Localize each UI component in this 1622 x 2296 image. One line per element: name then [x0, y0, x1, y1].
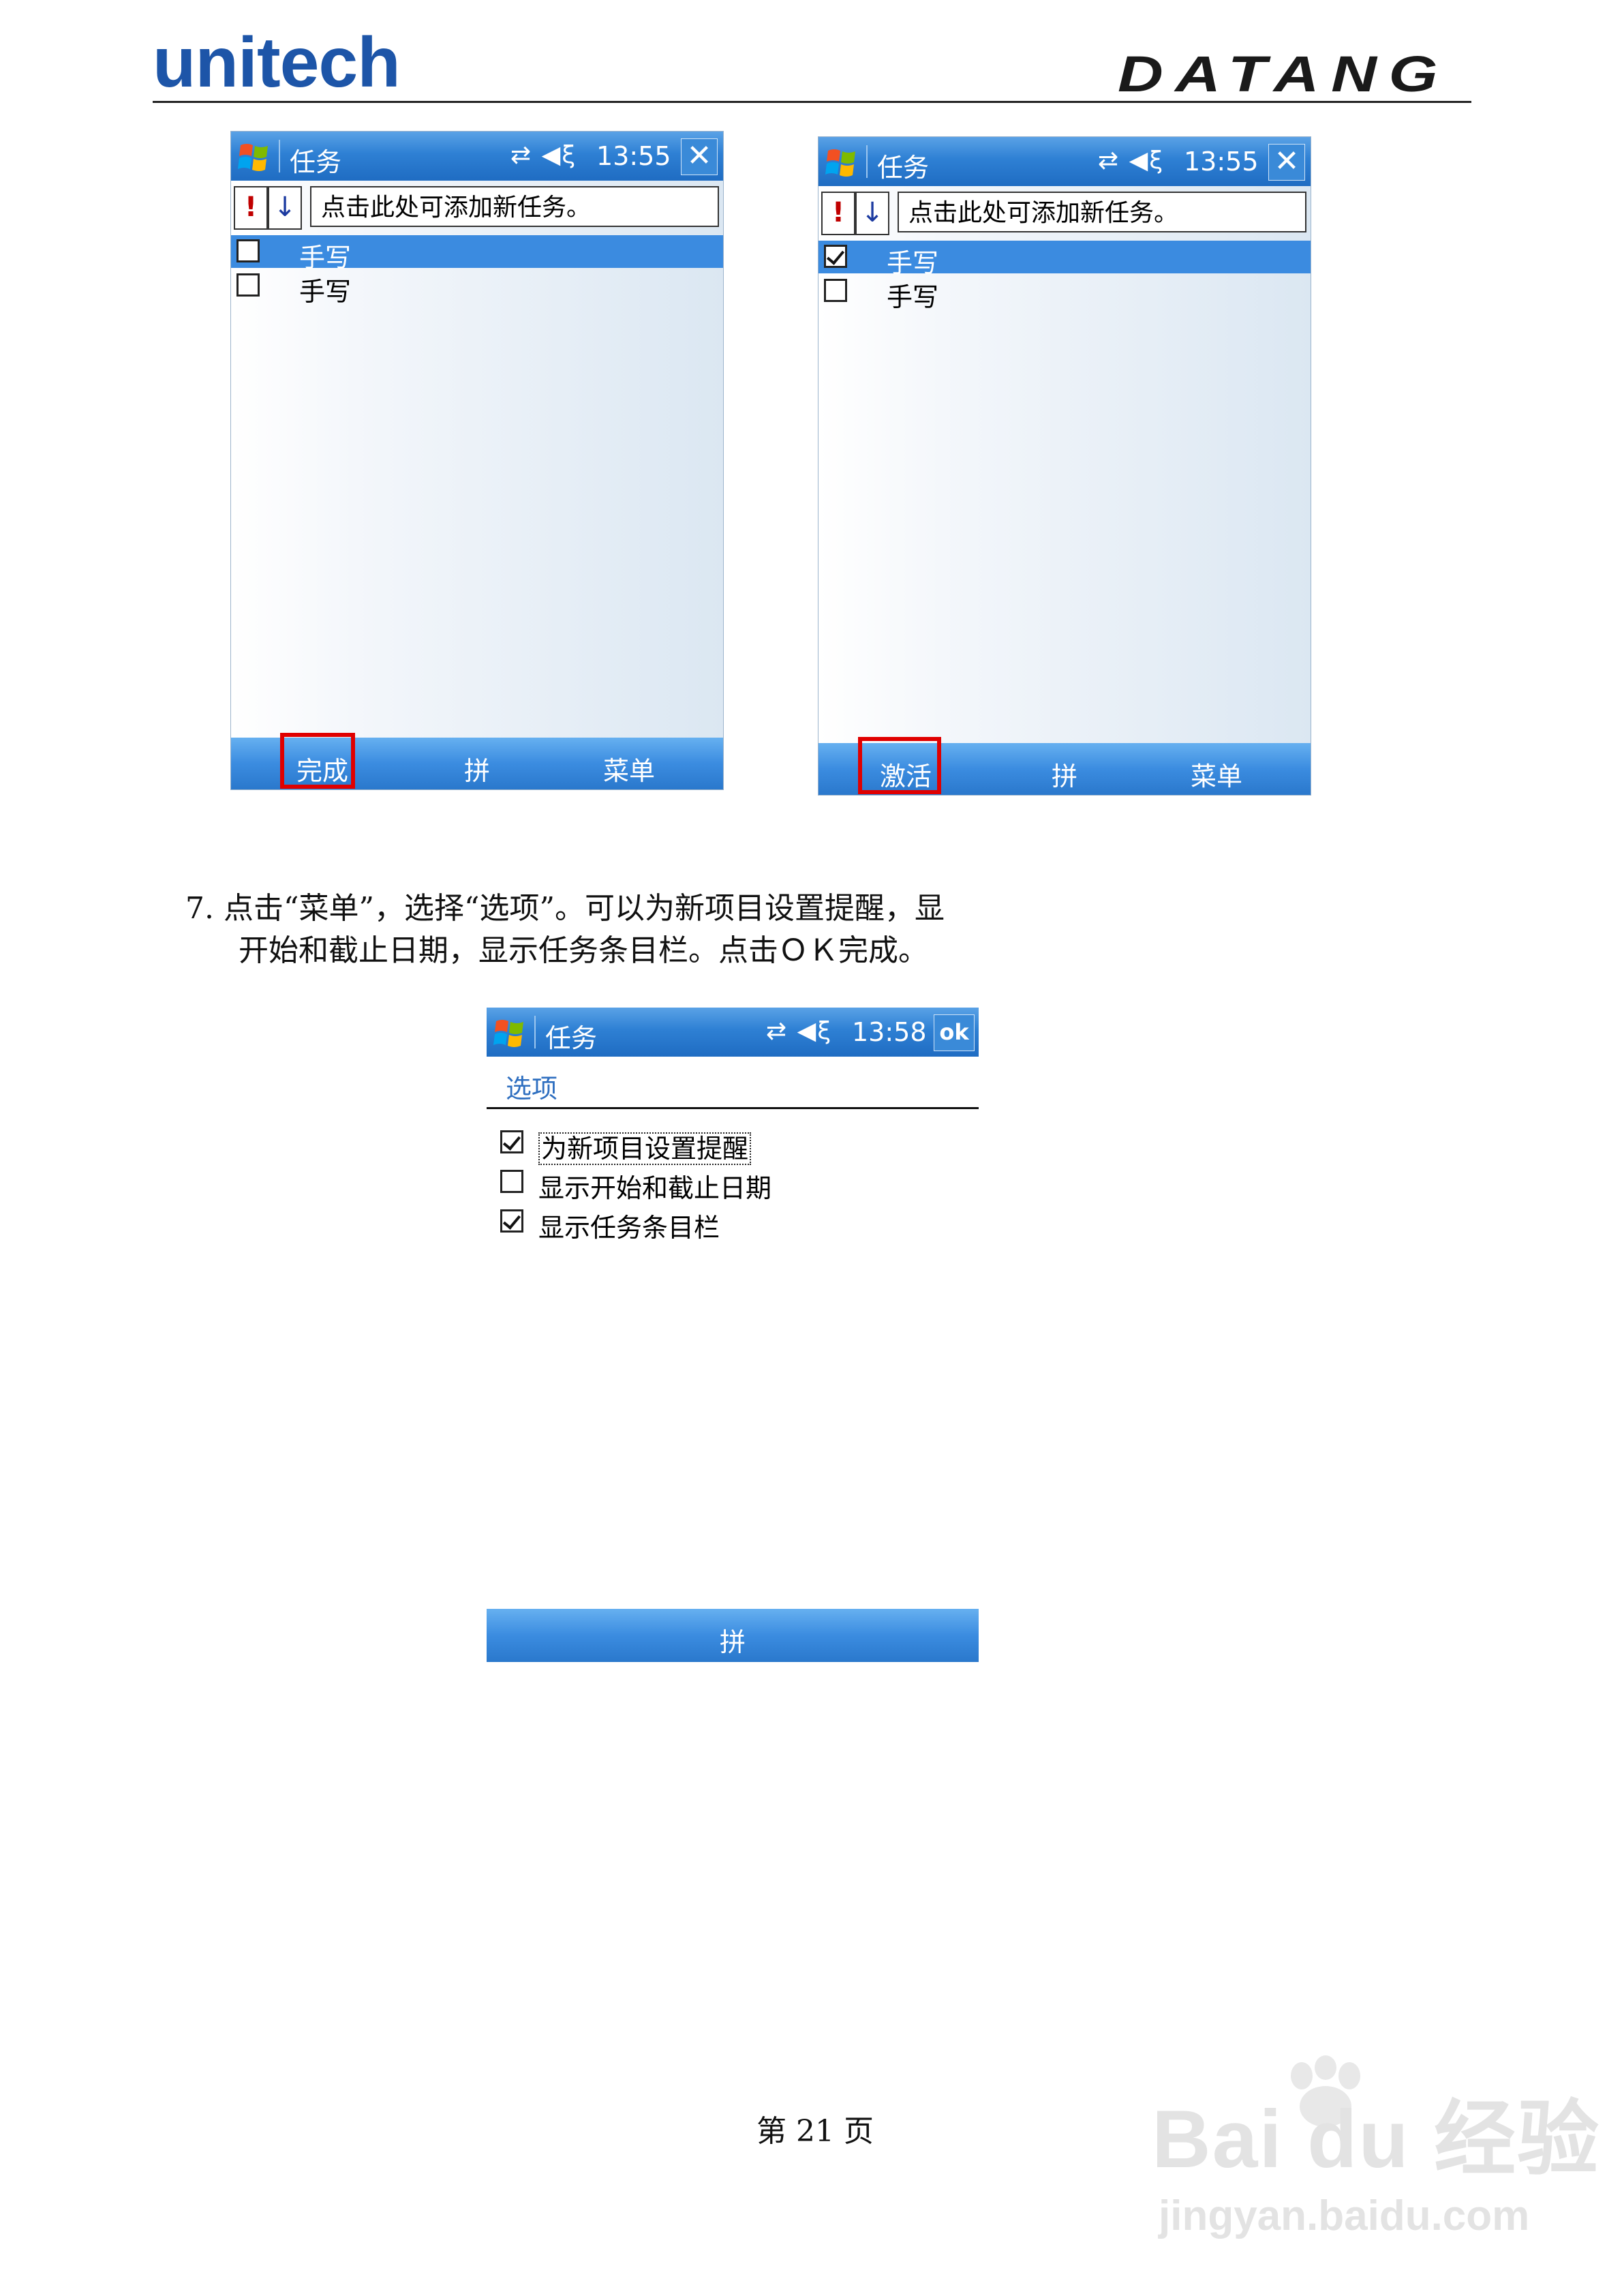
clock[interactable]: 13:58: [852, 1017, 927, 1047]
task-row[interactable]: 手写: [818, 241, 1311, 278]
close-button[interactable]: ✕: [681, 138, 718, 175]
task-toolbar: ! ↓ 点击此处可添加新任务。: [234, 186, 720, 230]
priority-sort-button[interactable]: !: [821, 192, 855, 235]
input-panel-button[interactable]: 拼: [720, 1621, 746, 1659]
windows-start-icon[interactable]: [824, 144, 861, 181]
option-label-focused: 为新项目设置提醒: [538, 1132, 752, 1165]
option-label: 为新项目设置提醒: [538, 1128, 752, 1165]
connectivity-volume-icons[interactable]: ⇄ ◀ξ: [510, 141, 577, 169]
screenshot-options: 任务 ⇄ ◀ξ 13:58 ok 选项 为新项目设置提醒 显示开始和截止日期 显…: [487, 1008, 979, 1662]
task-label: 手写: [299, 277, 352, 307]
sort-arrow-icon[interactable]: ↓: [268, 186, 302, 230]
app-title: 任务: [877, 153, 930, 183]
unitech-logo: unitech: [153, 23, 401, 102]
highlight-box: [280, 733, 355, 789]
datang-logo: DATANG: [1118, 46, 1450, 102]
connectivity-volume-icons[interactable]: ⇄ ◀ξ: [1098, 147, 1164, 175]
ok-button[interactable]: ok: [934, 1014, 975, 1051]
title-separator: [279, 140, 280, 172]
option-label: 显示任务条目栏: [538, 1213, 720, 1243]
baidu-watermark: Bai du 经验: [1152, 2094, 1601, 2185]
title-bar: 任务 ⇄ ◀ξ 13:55 ✕: [818, 137, 1311, 186]
task-checkbox-checked[interactable]: [824, 245, 847, 268]
task-row[interactable]: 手写: [231, 269, 723, 307]
option-label: 显示开始和截止日期: [538, 1173, 772, 1203]
screenshot-tasks-2: 任务 ⇄ ◀ξ 13:55 ✕ ! ↓ 点击此处可添加新任务。 手写 手写 激活…: [818, 136, 1311, 796]
input-panel-button[interactable]: 拼: [1052, 755, 1077, 793]
option-checkbox-checked[interactable]: [500, 1209, 523, 1233]
task-row[interactable]: 手写: [231, 235, 723, 273]
title-separator: [534, 1016, 536, 1048]
soft-key-bar: 拼: [487, 1609, 979, 1662]
task-label: 手写: [887, 248, 939, 278]
app-title: 任务: [545, 1023, 598, 1053]
menu-softkey[interactable]: 菜单: [603, 750, 655, 787]
task-checkbox[interactable]: [236, 239, 260, 262]
clock[interactable]: 13:55: [1184, 147, 1259, 177]
menu-softkey[interactable]: 菜单: [1191, 755, 1242, 793]
option-checkbox-checked[interactable]: [500, 1130, 523, 1153]
highlight-box: [858, 737, 941, 794]
option-checkbox[interactable]: [500, 1170, 523, 1193]
clock[interactable]: 13:55: [596, 141, 671, 171]
windows-start-icon[interactable]: [236, 138, 273, 175]
task-checkbox[interactable]: [236, 273, 260, 297]
instruction-line-1: 7. 点击“菜单”，选择“选项”。可以为新项目设置提醒，显: [185, 891, 945, 926]
app-title: 任务: [290, 147, 342, 177]
sort-arrow-icon[interactable]: ↓: [855, 192, 889, 235]
options-divider: [487, 1107, 979, 1109]
title-bar: 任务 ⇄ ◀ξ 13:58 ok: [487, 1008, 979, 1057]
baidu-watermark-url: jingyan.baidu.com: [1159, 2192, 1530, 2239]
task-label: 手写: [299, 243, 352, 273]
priority-sort-button[interactable]: !: [234, 186, 268, 230]
task-checkbox[interactable]: [824, 279, 847, 302]
header-rule: [153, 101, 1471, 103]
screenshot-tasks-1: 任务 ⇄ ◀ξ 13:55 ✕ ! ↓ 点击此处可添加新任务。 手写 手写 完成…: [230, 131, 724, 790]
close-button[interactable]: ✕: [1268, 144, 1305, 181]
page-number: 第 21 页: [756, 2114, 874, 2149]
options-heading: 选项: [506, 1074, 558, 1104]
connectivity-volume-icons[interactable]: ⇄ ◀ξ: [766, 1017, 832, 1045]
instruction-line-2: 开始和截止日期，显示任务条目栏。点击ＯＫ完成。: [239, 933, 928, 968]
title-bar: 任务 ⇄ ◀ξ 13:55 ✕: [231, 132, 723, 181]
task-label: 手写: [887, 282, 939, 312]
task-row[interactable]: 手写: [818, 275, 1311, 312]
windows-start-icon[interactable]: [492, 1014, 529, 1051]
add-task-input[interactable]: 点击此处可添加新任务。: [898, 192, 1306, 232]
add-task-input[interactable]: 点击此处可添加新任务。: [310, 186, 719, 227]
task-toolbar: ! ↓ 点击此处可添加新任务。: [821, 192, 1308, 235]
input-panel-button[interactable]: 拼: [464, 750, 490, 787]
title-separator: [866, 145, 868, 178]
